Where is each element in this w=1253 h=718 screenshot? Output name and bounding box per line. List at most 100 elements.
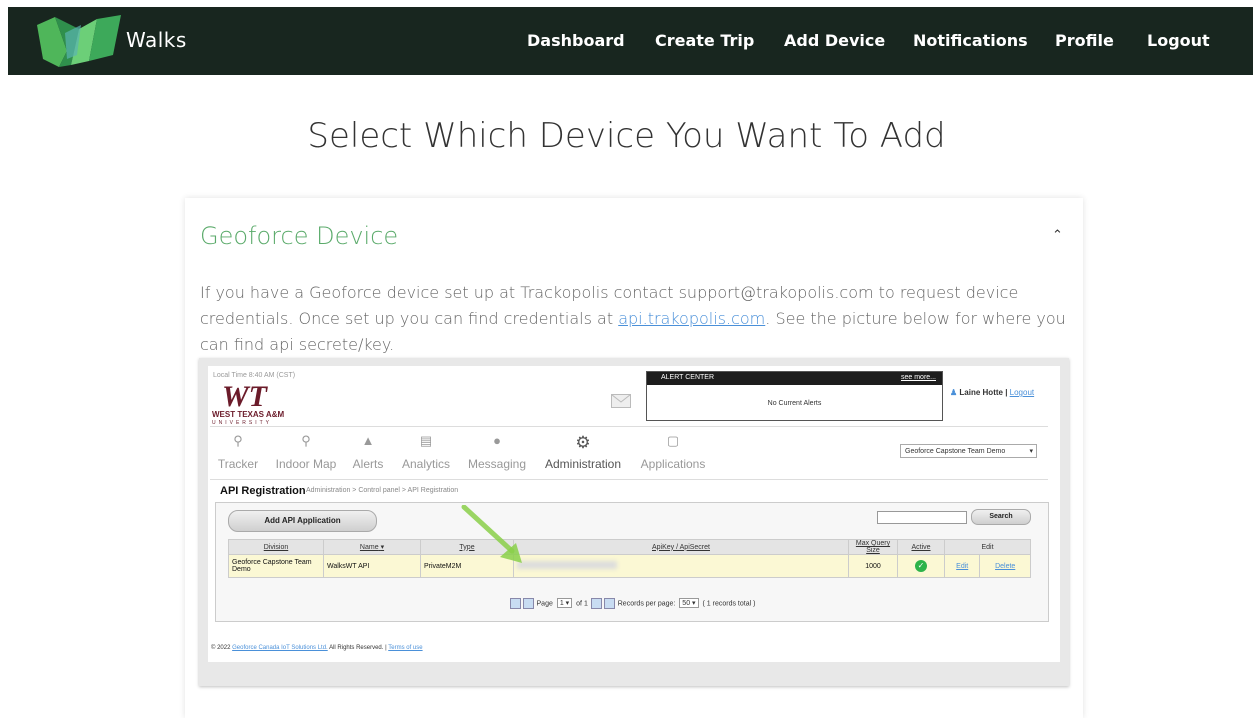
- table-header-row: Division Name ▾ Type ApiKey / ApiSecret …: [228, 539, 1031, 555]
- search-input: [877, 511, 967, 524]
- warning-icon: ▲: [361, 433, 375, 448]
- alert-center: ALERT CENTER see more... No Current Aler…: [646, 371, 943, 421]
- menu-tracker: ⚲ Tracker: [216, 433, 260, 471]
- cell-name: WalksWT API: [323, 554, 421, 578]
- user-name: Laine Hotte: [959, 388, 1003, 397]
- cell-edit: Edit: [943, 554, 981, 578]
- cell-max-query: 1000: [848, 554, 898, 578]
- footer-company-link: Geoforce Canada IoT Solutions Ltd.: [232, 645, 328, 651]
- next-page-icon: [590, 598, 602, 609]
- breadcrumb: API Registration Administration > Contro…: [210, 479, 1048, 500]
- edit-link: Edit: [956, 562, 969, 570]
- organization-select-value: Geoforce Capstone Team Demo: [905, 448, 1006, 455]
- embedded-footer: © 2022 Geoforce Canada IoT Solutions Ltd…: [211, 645, 423, 651]
- menu-applications-label: Applications: [640, 457, 706, 471]
- gear-icon: ⚙: [575, 433, 591, 452]
- page-title: Select Which Device You Want To Add: [307, 116, 946, 156]
- breadcrumb-path: Administration > Control panel > API Reg…: [306, 487, 459, 494]
- chat-icon: ●: [493, 433, 501, 448]
- nav-logout[interactable]: Logout: [1147, 31, 1210, 50]
- menu-applications: ▢ Applications: [638, 433, 708, 471]
- chevron-up-icon[interactable]: ⌃: [1052, 228, 1063, 243]
- organization-select: Geoforce Capstone Team Demo ▾: [900, 444, 1037, 458]
- map-pin-icon: ⚲: [301, 433, 311, 448]
- pager-page-label: Page: [536, 600, 553, 608]
- alert-see-more-link: see more...: [900, 374, 936, 381]
- per-page-label: Records per page:: [617, 600, 676, 608]
- wt-logo-mark: WT: [222, 380, 267, 413]
- menu-administration: ⚙ Administration: [540, 433, 626, 471]
- menu-messaging: ● Messaging: [464, 433, 530, 471]
- cell-apikey-redacted: [513, 554, 849, 578]
- cell-delete: Delete: [979, 554, 1031, 578]
- menu-alerts: ▲ Alerts: [350, 433, 386, 471]
- chart-icon: ▤: [419, 433, 433, 448]
- menu-analytics: ▤ Analytics: [398, 433, 454, 471]
- pager-of-label: of 1: [576, 600, 588, 608]
- brand-name[interactable]: Walks: [126, 28, 187, 52]
- records-total: ( 1 records total ): [702, 600, 756, 608]
- sort-down-icon: ▾: [380, 544, 385, 551]
- mail-icon: [611, 394, 631, 408]
- window-icon: ▢: [666, 433, 680, 448]
- add-api-application-button: Add API Application: [228, 510, 377, 532]
- first-page-icon: [509, 598, 521, 609]
- menu-administration-label: Administration: [544, 457, 622, 471]
- card-title[interactable]: Geoforce Device: [200, 222, 398, 250]
- redacted-blur: [517, 561, 617, 569]
- col-apikey: ApiKey / ApiSecret: [513, 539, 849, 555]
- col-max-query: Max Query Size: [848, 539, 898, 555]
- top-navbar: Walks Dashboard Create Trip Add Device N…: [8, 7, 1253, 75]
- api-trakopolis-link[interactable]: api.trakopolis.com: [618, 309, 765, 328]
- alert-center-body: No Current Alerts: [767, 400, 822, 407]
- nav-dashboard[interactable]: Dashboard: [527, 31, 625, 50]
- per-page-value: 50: [682, 600, 691, 608]
- cell-active: ✓: [897, 554, 945, 578]
- api-registration-screenshot: Local Time 8:40 AM (CST) WT WEST TEXAS A…: [199, 358, 1069, 686]
- prev-page-icon: [522, 598, 534, 609]
- map-pin-icon: ⚲: [233, 433, 243, 448]
- cell-division: Geoforce Capstone Team Demo: [228, 554, 324, 578]
- page-select-value: 1: [559, 600, 564, 608]
- nav-notifications[interactable]: Notifications: [913, 31, 1028, 50]
- col-name-label: Name: [359, 544, 379, 551]
- section-title: API Registration: [220, 485, 306, 497]
- col-active: Active: [897, 539, 945, 555]
- alert-center-header: ALERT CENTER see more...: [647, 372, 942, 385]
- walks-logo-icon[interactable]: [37, 15, 121, 67]
- card-description: If you have a Geoforce device set up at …: [200, 280, 1080, 358]
- menu-messaging-label: Messaging: [467, 457, 527, 471]
- per-page-select: 50 ▾: [679, 598, 699, 609]
- annotation-arrow-icon: [461, 505, 522, 563]
- menu-indoor-map-label: Indoor Map: [275, 457, 337, 471]
- menu-alerts-label: Alerts: [352, 457, 384, 471]
- nav-profile[interactable]: Profile: [1055, 31, 1114, 50]
- footer-rights: All Rights Reserved.: [329, 645, 384, 651]
- footer-copyright: © 2022: [211, 645, 231, 651]
- screenshot-content: Local Time 8:40 AM (CST) WT WEST TEXAS A…: [208, 366, 1060, 662]
- embedded-logout-link: Logout: [1009, 388, 1035, 397]
- col-name: Name ▾: [323, 539, 421, 555]
- last-page-icon: [603, 598, 615, 609]
- pager: Page 1 ▾ of 1 Records per page: 50 ▾ ( 1…: [216, 598, 1048, 609]
- wt-logo-name: WEST TEXAS A&M: [212, 410, 285, 419]
- menu-analytics-label: Analytics: [401, 457, 451, 471]
- col-edit: Edit: [944, 539, 1031, 555]
- api-registration-panel: Add API Application Search Division Name…: [215, 502, 1049, 622]
- alert-center-title: ALERT CENTER: [661, 374, 715, 381]
- nav-create-trip[interactable]: Create Trip: [655, 31, 754, 50]
- page-select: 1 ▾: [556, 598, 573, 609]
- search-button: Search: [971, 509, 1031, 525]
- api-table: Division Name ▾ Type ApiKey / ApiSecret …: [228, 539, 1031, 578]
- local-time: Local Time 8:40 AM (CST): [213, 372, 296, 379]
- active-check-icon: ✓: [915, 560, 927, 572]
- menu-tracker-label: Tracker: [217, 457, 259, 471]
- table-row: Geoforce Capstone Team Demo WalksWT API …: [228, 554, 1031, 578]
- nav-add-device[interactable]: Add Device: [784, 31, 885, 50]
- footer-terms-link: Terms of use: [388, 645, 423, 651]
- user-info: ♟ Laine Hotte | Logout: [950, 388, 1035, 397]
- col-division: Division: [228, 539, 324, 555]
- dropdown-arrow-icon: ▾: [1029, 448, 1033, 455]
- delete-link: Delete: [995, 562, 1016, 570]
- user-icon: ♟: [950, 388, 958, 397]
